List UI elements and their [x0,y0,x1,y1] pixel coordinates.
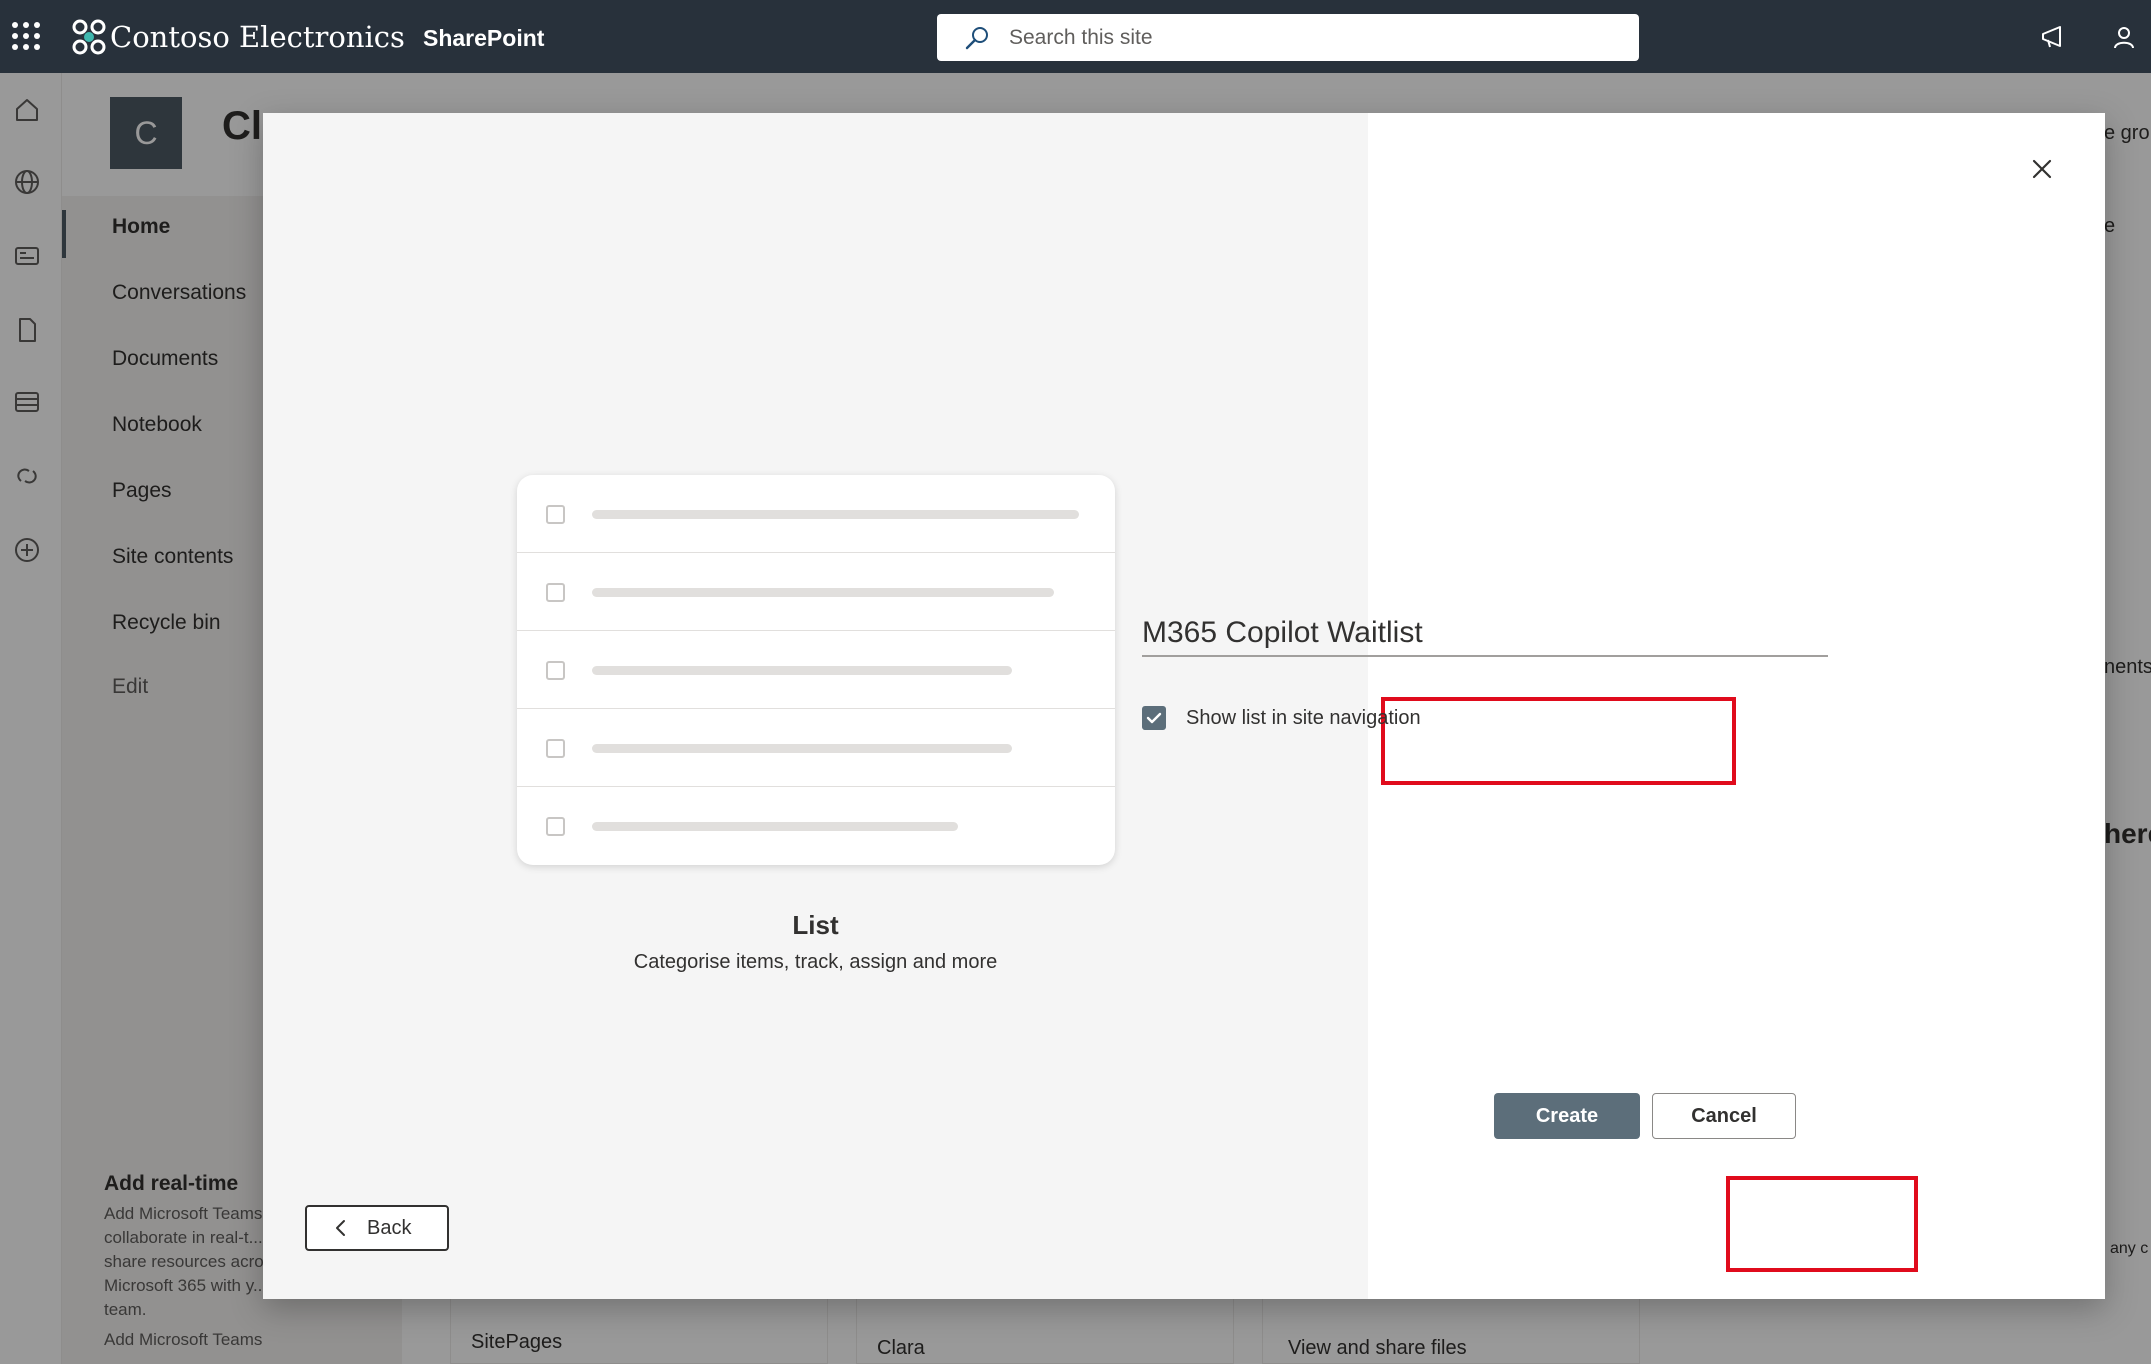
cancel-button[interactable]: Cancel [1652,1093,1796,1139]
back-button[interactable]: Back [305,1205,449,1251]
megaphone-icon[interactable] [2038,21,2070,53]
search-icon [965,27,988,50]
brand-name[interactable]: Contoso Electronics [110,18,405,56]
checkbox-icon [546,583,565,602]
highlight-box-name [1381,697,1736,785]
placeholder-line [592,666,1012,675]
show-in-nav-label[interactable]: Show list in site navigation [1186,704,1421,732]
placeholder-line [592,822,958,831]
settings-person-icon[interactable] [2110,21,2142,53]
app-name[interactable]: SharePoint [423,22,544,54]
site-search-input[interactable]: Search this site [937,14,1639,61]
checkbox-icon [546,817,565,836]
placeholder-line [592,588,1054,597]
create-list-dialog: List Categorise items, track, assign and… [263,113,2105,1299]
contoso-logo-icon [72,19,106,55]
create-button[interactable]: Create [1494,1093,1640,1139]
list-preview-row [517,631,1115,709]
checkmark-icon [1146,712,1162,724]
chevron-left-icon [336,1220,345,1236]
checkbox-icon [546,661,565,680]
list-preview-row [517,553,1115,631]
checkbox-icon [546,739,565,758]
list-preview-row [517,709,1115,787]
highlight-box-create [1726,1176,1918,1272]
placeholder-line [592,744,1012,753]
close-icon[interactable] [2026,153,2058,185]
checkbox-icon [546,505,565,524]
search-placeholder: Search this site [1009,26,1153,49]
list-preview-illustration [517,475,1115,865]
template-title: List [792,910,839,940]
list-name-input[interactable]: M365 Copilot Waitlist [1142,606,1828,657]
app-launcher-icon[interactable] [12,22,40,50]
template-description: Categorise items, track, assign and more [633,951,998,973]
suite-bar: Contoso Electronics SharePoint Search th… [0,0,2151,73]
placeholder-line [592,510,1079,519]
list-preview-row [517,475,1115,553]
checkbox-checked[interactable] [1142,706,1166,730]
list-preview-row [517,787,1115,865]
list-name-value[interactable]: M365 Copilot Waitlist [1142,614,1423,652]
back-button-label: Back [367,1217,412,1239]
